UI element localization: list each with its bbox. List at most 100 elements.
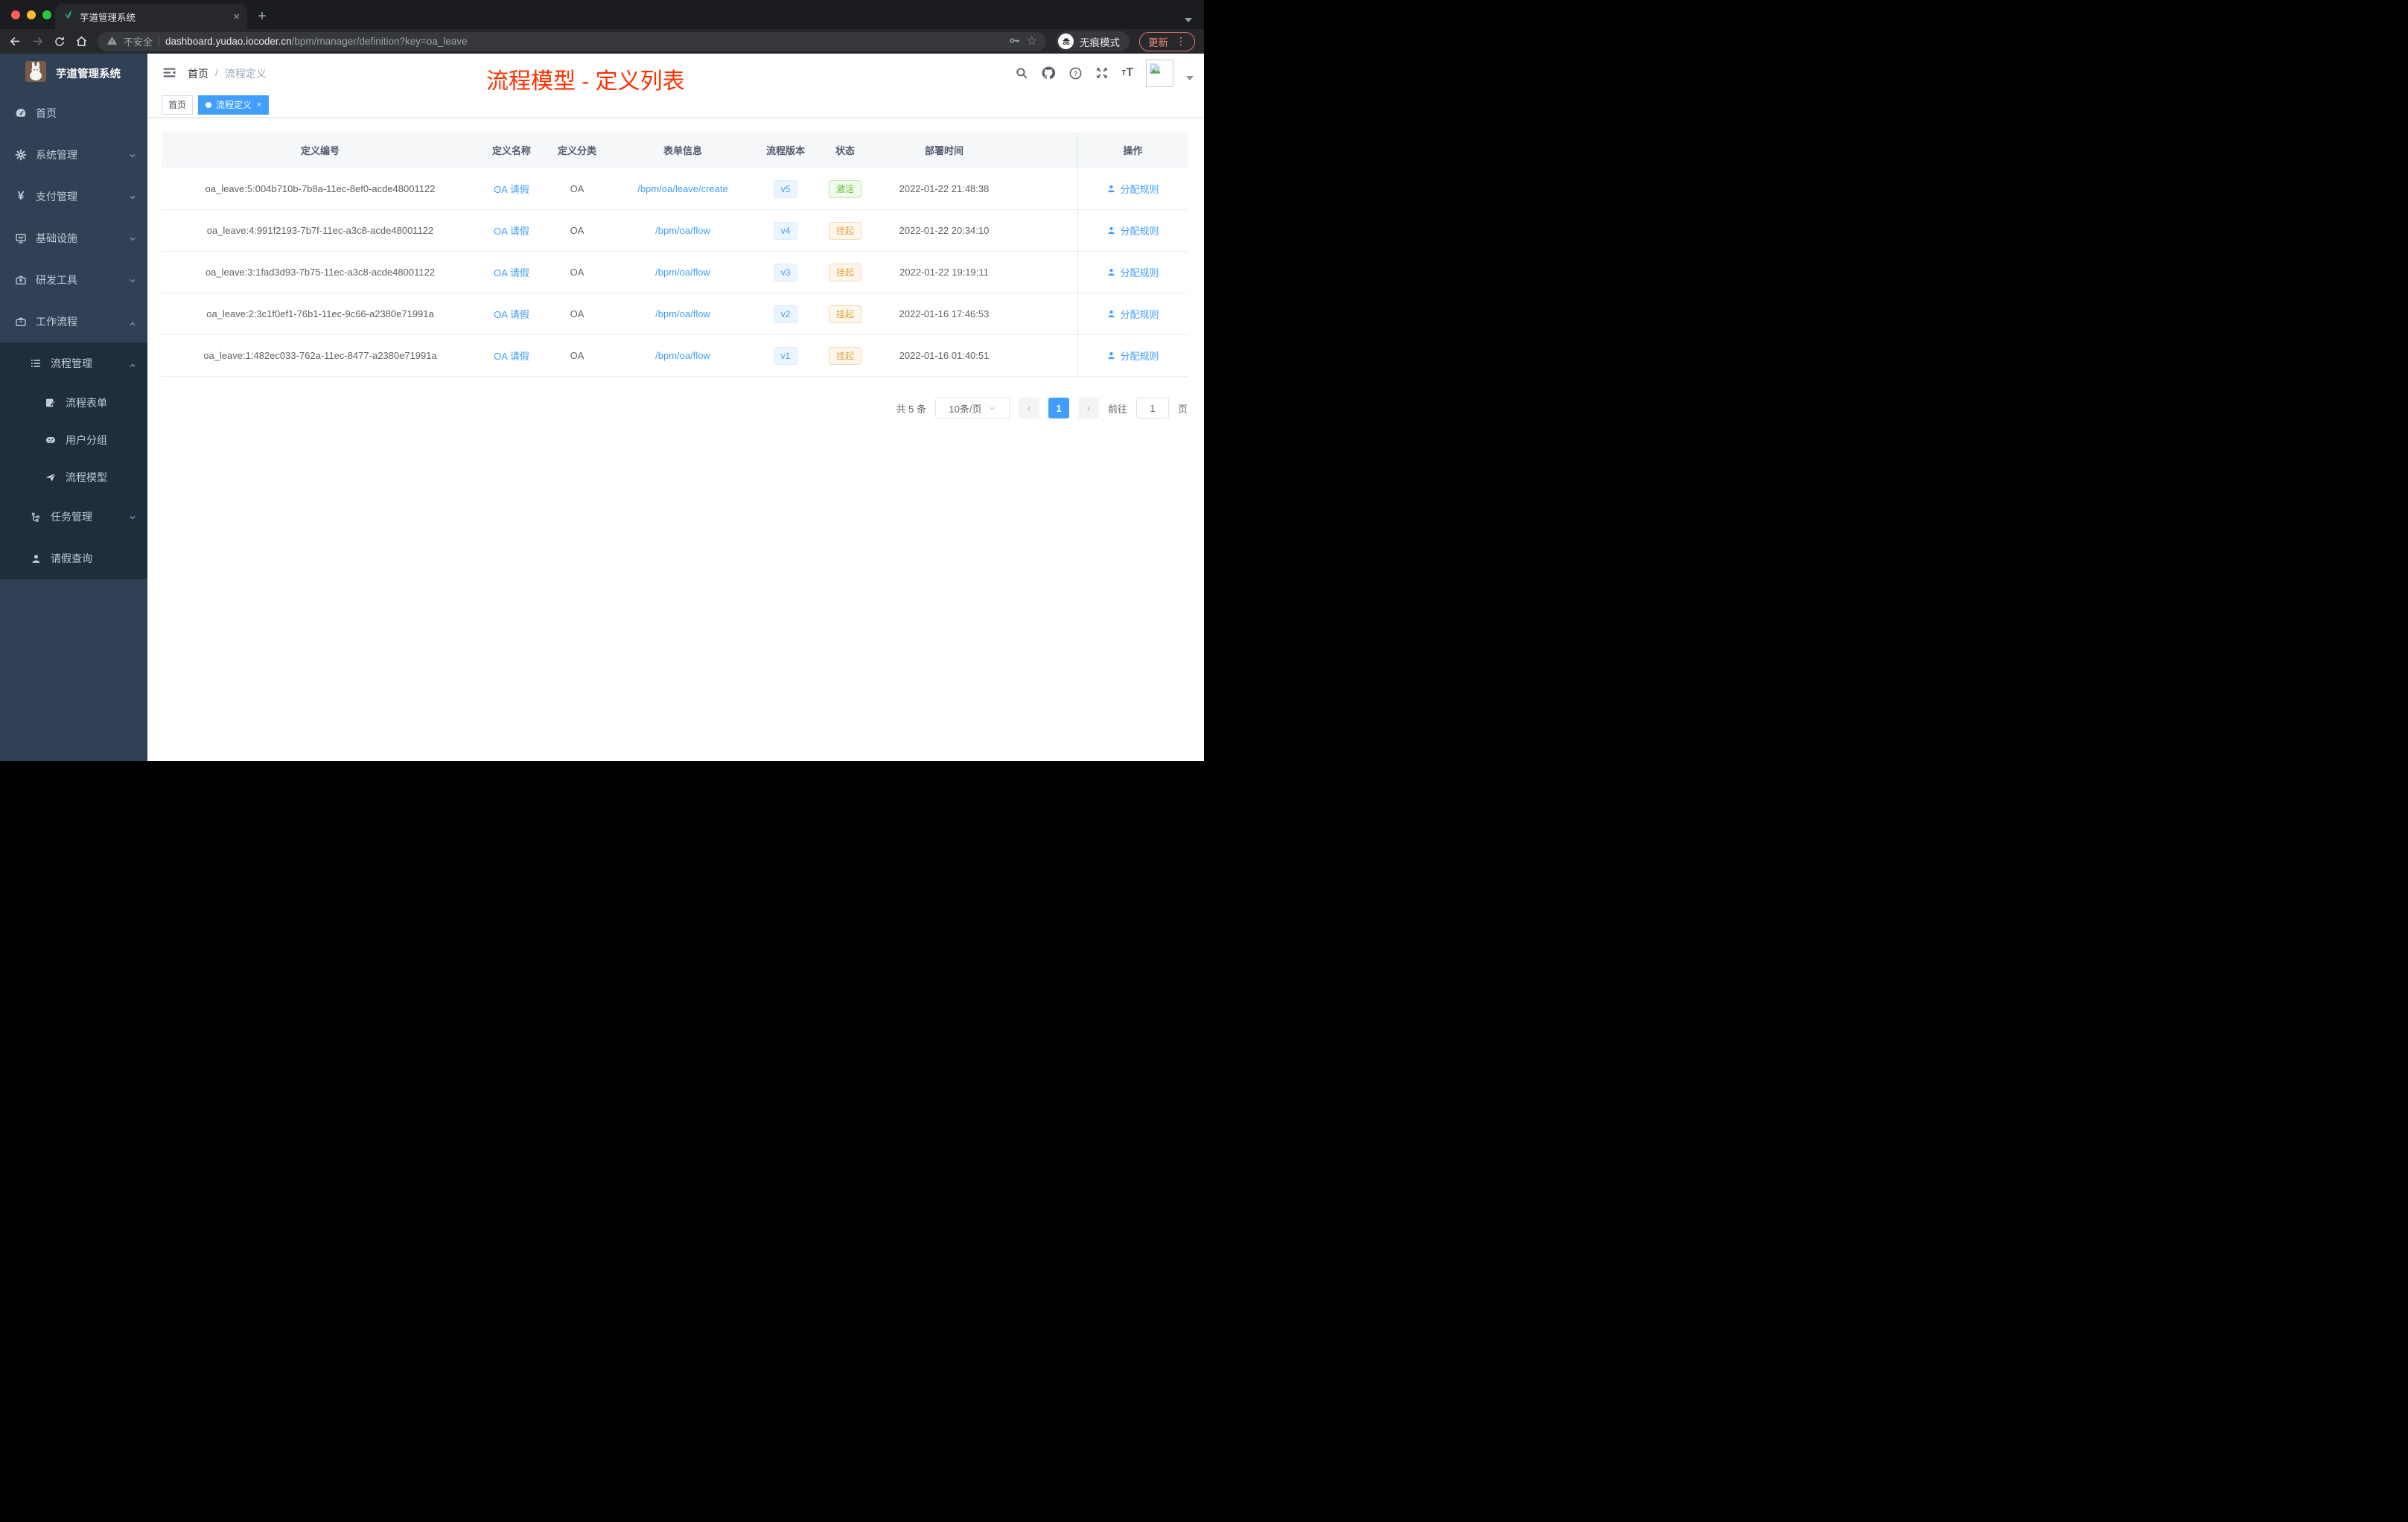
breadcrumb: 首页 / 流程定义 (188, 66, 267, 81)
assign-rule-link[interactable]: 分配规则 (1106, 223, 1159, 238)
definition-category: OA (570, 183, 585, 194)
sidebar-item-process-model[interactable]: 流程模型 (0, 459, 147, 496)
table-row: oa_leave:4:991f2193-7b7f-11ec-a3c8-acde4… (162, 210, 1188, 252)
sidebar-item-home[interactable]: 首页 (0, 92, 147, 134)
incognito-label: 无痕模式 (1080, 36, 1120, 48)
sidebar-item-payment[interactable]: ¥ 支付管理 (0, 176, 147, 217)
sidebar-item-label: 基础设施 (36, 232, 77, 244)
workflow-submenu: 流程管理 流程表单 用户分组 流程模型 任务管理 请假查询 (0, 343, 147, 579)
user-avatar[interactable] (1146, 59, 1173, 87)
sidebar-item-devtools[interactable]: 研发工具 (0, 259, 147, 301)
tab-close-icon[interactable]: × (233, 10, 240, 23)
sidebar-item-leave-query[interactable]: 请假查询 (0, 538, 147, 579)
sidebar-item-label: 请假查询 (51, 553, 92, 564)
user-icon (1108, 185, 1115, 193)
goto-label: 前往 (1107, 403, 1127, 415)
tab-search-caret-icon[interactable] (1185, 18, 1192, 22)
version-badge: v2 (773, 305, 798, 323)
assign-rule-link[interactable]: 分配规则 (1106, 307, 1159, 321)
sidebar-item-system[interactable]: 系统管理 (0, 134, 147, 176)
definition-id: oa_leave:5:004b710b-7b8a-11ec-8ef0-acde4… (205, 183, 436, 194)
browser-tab[interactable]: 芋道管理系统 × (55, 4, 247, 29)
form-link[interactable]: /bpm/oa/flow (655, 225, 710, 236)
sidebar-item-process-mgmt[interactable]: 流程管理 (0, 343, 147, 384)
form-link[interactable]: /bpm/oa/flow (655, 350, 710, 361)
bookmark-star-icon[interactable]: ☆ (1027, 35, 1037, 48)
tag-home[interactable]: 首页 (162, 95, 194, 115)
dashboard-icon (15, 107, 27, 119)
close-window-button[interactable] (11, 10, 20, 19)
navbar: 首页 / 流程定义 流程模型 - 定义列表 ? T T (147, 54, 1204, 94)
sidebar-item-workflow[interactable]: 工作流程 (0, 301, 147, 343)
assign-rule-link[interactable]: 分配规则 (1106, 182, 1159, 196)
sidebar-item-label: 系统管理 (36, 149, 77, 161)
forward-icon[interactable] (31, 35, 44, 48)
fullscreen-icon[interactable] (1095, 66, 1109, 80)
hamburger-icon[interactable] (162, 66, 176, 83)
definition-name-link[interactable]: OA 请假 (494, 351, 529, 362)
assign-rule-link[interactable]: 分配规则 (1106, 265, 1159, 279)
definition-id: oa_leave:2:3c1f0ef1-76b1-11ec-9c66-a2380… (206, 308, 434, 319)
help-icon[interactable]: ? (1068, 66, 1083, 80)
form-link[interactable]: /bpm/oa/leave/create (637, 183, 727, 194)
assign-rule-link[interactable]: 分配规则 (1106, 348, 1159, 363)
page-size-select[interactable]: 10条/页 (934, 398, 1010, 418)
svg-text:?: ? (1074, 69, 1077, 77)
text-size-icon[interactable]: TT (1121, 66, 1133, 80)
sidebar-logo[interactable]: 芋道管理系统 (0, 54, 147, 92)
menu-dots-icon[interactable]: ⋮ (1176, 35, 1186, 48)
prev-page-button[interactable]: ‹ (1018, 398, 1039, 418)
zoom-window-button[interactable] (42, 10, 51, 19)
key-icon[interactable] (1008, 34, 1021, 49)
tag-close-icon[interactable]: × (257, 96, 261, 114)
sidebar-item-task-mgmt[interactable]: 任务管理 (0, 496, 147, 538)
url-text: dashboard.yudao.iocoder.cn/bpm/manager/d… (165, 36, 468, 47)
deploy-time: 2022-01-16 01:40:51 (899, 350, 990, 361)
caret-down-icon[interactable] (1186, 76, 1194, 80)
col-header: 状态 (835, 145, 855, 156)
minimize-window-button[interactable] (27, 10, 36, 19)
version-badge: v3 (773, 263, 798, 281)
update-button[interactable]: 更新 ⋮ (1139, 31, 1195, 51)
definition-category: OA (570, 350, 585, 361)
form-icon (45, 397, 57, 409)
status-badge: 挂起 (828, 305, 861, 323)
new-tab-button[interactable]: + (253, 7, 271, 25)
form-link[interactable]: /bpm/oa/flow (655, 308, 710, 319)
back-icon[interactable] (9, 35, 22, 48)
definition-category: OA (570, 225, 585, 236)
current-page-button[interactable]: 1 (1048, 398, 1069, 418)
table-header: 定义编号 定义名称 定义分类 表单信息 流程版本 状态 部署时间 操作 (162, 133, 1188, 168)
url-bar[interactable]: 不安全 dashboard.yudao.iocoder.cn/bpm/manag… (98, 31, 1046, 51)
sidebar-item-user-group[interactable]: 用户分组 (0, 421, 147, 459)
reload-icon[interactable] (54, 36, 66, 48)
update-label: 更新 (1148, 36, 1168, 48)
home-icon[interactable] (75, 35, 88, 48)
tag-process-definition[interactable]: 流程定义 × (198, 95, 270, 115)
definition-name-link[interactable]: OA 请假 (494, 267, 529, 278)
sidebar-item-label: 工作流程 (36, 316, 77, 328)
definition-name-link[interactable]: OA 请假 (494, 309, 529, 320)
chevron-down-icon (128, 276, 137, 287)
active-dot-icon (206, 101, 212, 108)
sidebar-item-infra[interactable]: 基础设施 (0, 217, 147, 259)
form-link[interactable]: /bpm/oa/flow (655, 267, 710, 278)
page-size-value: 10条/页 (949, 403, 982, 415)
next-page-button[interactable]: › (1077, 398, 1099, 418)
paper-plane-icon (45, 471, 57, 483)
goto-page-input[interactable] (1135, 398, 1169, 418)
col-header: 流程版本 (765, 145, 805, 156)
breadcrumb-separator: / (215, 66, 218, 78)
definition-id: oa_leave:3:1fad3d93-7b75-11ec-a3c8-acde4… (205, 267, 436, 278)
sidebar-item-label: 流程表单 (66, 397, 107, 409)
definition-name-link[interactable]: OA 请假 (494, 226, 529, 237)
sidebar-item-process-form[interactable]: 流程表单 (0, 384, 147, 421)
chevron-down-icon (989, 407, 995, 410)
search-icon[interactable] (1015, 66, 1028, 80)
tag-label: 流程定义 (216, 99, 252, 110)
pagination: 共 5 条 10条/页 ‹ 1 › 前往 页 (896, 398, 1188, 418)
breadcrumb-home[interactable]: 首页 (188, 66, 208, 81)
definition-name-link[interactable]: OA 请假 (494, 184, 529, 195)
chevron-up-icon (128, 317, 137, 329)
github-icon[interactable] (1041, 66, 1056, 80)
